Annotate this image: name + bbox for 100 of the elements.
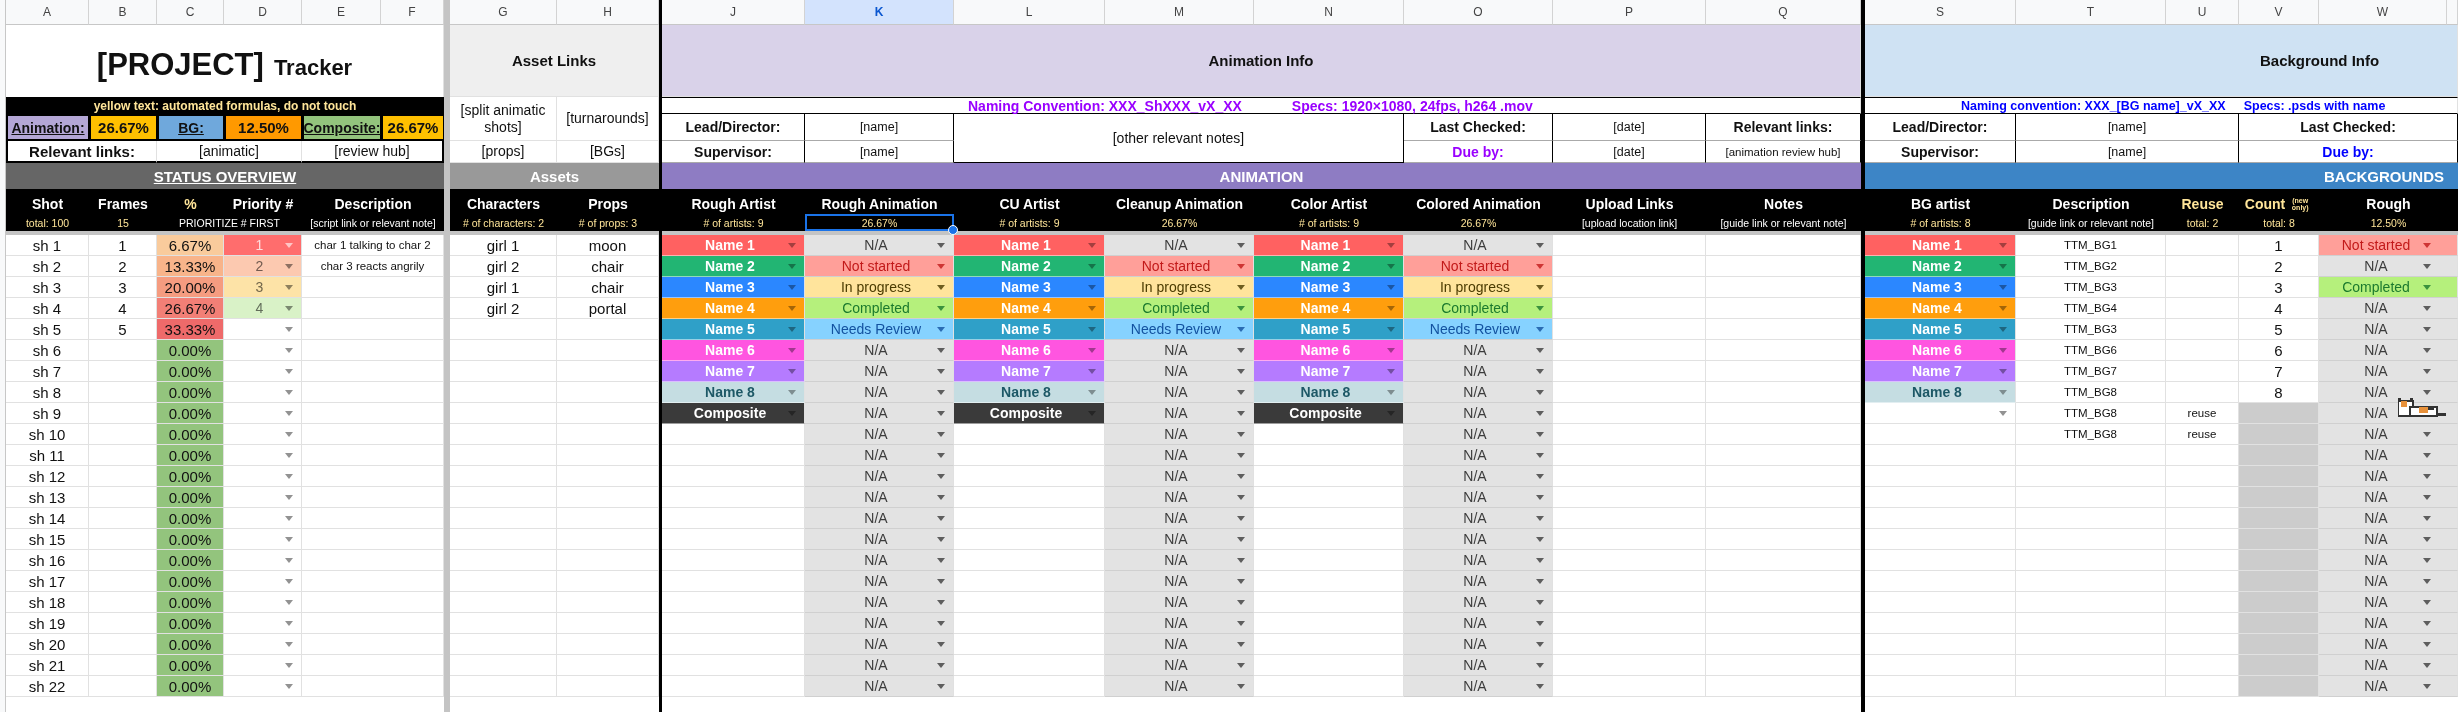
column-header[interactable]: N	[1254, 0, 1404, 25]
column-header[interactable]: P	[1553, 0, 1706, 25]
status-dropdown[interactable]: N/A	[805, 235, 954, 256]
priority-dropdown[interactable]	[224, 403, 302, 424]
priority-dropdown[interactable]	[224, 319, 302, 340]
status-dropdown[interactable]: N/A	[1105, 382, 1254, 403]
status-dropdown[interactable]: N/A	[1105, 466, 1254, 487]
status-dropdown[interactable]: N/A	[1105, 676, 1254, 697]
status-dropdown[interactable]: N/A	[1105, 424, 1254, 445]
priority-dropdown[interactable]: 3	[224, 277, 302, 298]
column-header[interactable]: E	[302, 0, 381, 25]
column-header[interactable]: J	[662, 0, 805, 25]
status-dropdown[interactable]: N/A	[2319, 256, 2458, 277]
status-dropdown[interactable]: N/A	[2319, 592, 2458, 613]
status-dropdown[interactable]: N/A	[1404, 529, 1553, 550]
artist-dropdown[interactable]: Name 8	[1254, 382, 1404, 403]
status-dropdown[interactable]: Needs Review	[805, 319, 954, 340]
priority-dropdown[interactable]	[224, 571, 302, 592]
status-dropdown[interactable]: N/A	[1404, 424, 1553, 445]
status-dropdown[interactable]: In progress	[805, 277, 954, 298]
status-dropdown[interactable]: N/A	[1404, 655, 1553, 676]
status-dropdown[interactable]: N/A	[1105, 361, 1254, 382]
priority-dropdown[interactable]	[224, 529, 302, 550]
status-dropdown[interactable]: N/A	[805, 403, 954, 424]
priority-dropdown[interactable]	[224, 592, 302, 613]
status-dropdown[interactable]: N/A	[805, 424, 954, 445]
status-dropdown[interactable]: N/A	[2319, 298, 2458, 319]
status-dropdown[interactable]: N/A	[1105, 340, 1254, 361]
status-dropdown[interactable]: N/A	[2319, 676, 2458, 697]
status-dropdown[interactable]: N/A	[1105, 445, 1254, 466]
column-header[interactable]: C	[157, 0, 224, 25]
status-dropdown[interactable]: N/A	[1404, 592, 1553, 613]
status-dropdown[interactable]: N/A	[805, 508, 954, 529]
status-dropdown[interactable]: N/A	[1404, 676, 1553, 697]
column-header[interactable]: S	[1865, 0, 2016, 25]
column-header[interactable]: M	[1105, 0, 1254, 25]
status-dropdown[interactable]: N/A	[1105, 655, 1254, 676]
status-dropdown[interactable]: N/A	[2319, 655, 2458, 676]
priority-dropdown[interactable]	[224, 508, 302, 529]
column-header[interactable]: F	[381, 0, 444, 25]
priority-dropdown[interactable]	[224, 676, 302, 697]
status-dropdown[interactable]: N/A	[2319, 550, 2458, 571]
status-dropdown[interactable]: N/A	[805, 382, 954, 403]
status-dropdown[interactable]: N/A	[805, 613, 954, 634]
artist-dropdown[interactable]	[1865, 403, 2016, 424]
status-dropdown[interactable]: N/A	[1105, 487, 1254, 508]
status-dropdown[interactable]: N/A	[805, 592, 954, 613]
priority-dropdown[interactable]	[224, 445, 302, 466]
status-dropdown[interactable]: N/A	[805, 571, 954, 592]
status-dropdown[interactable]: N/A	[2319, 361, 2458, 382]
status-dropdown[interactable]: Completed	[805, 298, 954, 319]
status-dropdown[interactable]: N/A	[1404, 466, 1553, 487]
status-dropdown[interactable]: N/A	[1105, 592, 1254, 613]
priority-dropdown[interactable]	[224, 424, 302, 445]
status-dropdown[interactable]: N/A	[1105, 613, 1254, 634]
column-header[interactable]: O	[1404, 0, 1553, 25]
status-dropdown[interactable]: N/A	[1105, 571, 1254, 592]
status-dropdown[interactable]: N/A	[805, 487, 954, 508]
priority-dropdown[interactable]	[224, 550, 302, 571]
column-header[interactable]: T	[2016, 0, 2166, 25]
column-header[interactable]: V	[2239, 0, 2319, 25]
status-dropdown[interactable]: Completed	[1105, 298, 1254, 319]
status-dropdown[interactable]: N/A	[805, 340, 954, 361]
artist-dropdown[interactable]: Name 8	[662, 382, 805, 403]
status-dropdown[interactable]: N/A	[1404, 445, 1553, 466]
column-header[interactable]: B	[89, 0, 157, 25]
priority-dropdown[interactable]	[224, 613, 302, 634]
status-dropdown[interactable]: N/A	[1105, 634, 1254, 655]
status-dropdown[interactable]: N/A	[1404, 508, 1553, 529]
priority-dropdown[interactable]	[224, 487, 302, 508]
status-dropdown[interactable]: Completed	[1404, 298, 1553, 319]
status-dropdown[interactable]: N/A	[2319, 634, 2458, 655]
priority-dropdown[interactable]	[224, 466, 302, 487]
status-dropdown[interactable]: Needs Review	[1105, 319, 1254, 340]
status-dropdown[interactable]: N/A	[1105, 529, 1254, 550]
status-dropdown[interactable]: N/A	[2319, 571, 2458, 592]
status-dropdown[interactable]: N/A	[805, 361, 954, 382]
status-dropdown[interactable]: N/A	[1404, 340, 1553, 361]
priority-dropdown[interactable]	[224, 340, 302, 361]
status-dropdown[interactable]: N/A	[805, 529, 954, 550]
column-header[interactable]: U	[2166, 0, 2239, 25]
artist-dropdown[interactable]: Composite	[1254, 403, 1404, 424]
status-dropdown[interactable]: N/A	[2319, 613, 2458, 634]
column-header[interactable]: W	[2319, 0, 2447, 25]
status-dropdown[interactable]: In progress	[1105, 277, 1254, 298]
status-dropdown[interactable]: N/A	[805, 466, 954, 487]
column-header[interactable]: H	[557, 0, 659, 25]
column-header[interactable]: A	[6, 0, 89, 25]
artist-dropdown[interactable]: Name 8	[954, 382, 1105, 403]
column-header[interactable]: G	[450, 0, 557, 25]
status-dropdown[interactable]: N/A	[2319, 424, 2458, 445]
status-dropdown[interactable]: N/A	[1404, 571, 1553, 592]
status-dropdown[interactable]: N/A	[2319, 319, 2458, 340]
status-dropdown[interactable]: N/A	[1105, 235, 1254, 256]
status-dropdown[interactable]: N/A	[1105, 403, 1254, 424]
status-dropdown[interactable]: N/A	[2319, 382, 2458, 403]
column-header[interactable]: K	[805, 0, 954, 25]
status-dropdown[interactable]: N/A	[2319, 529, 2458, 550]
artist-dropdown[interactable]: Composite	[954, 403, 1105, 424]
status-dropdown[interactable]: N/A	[1404, 487, 1553, 508]
